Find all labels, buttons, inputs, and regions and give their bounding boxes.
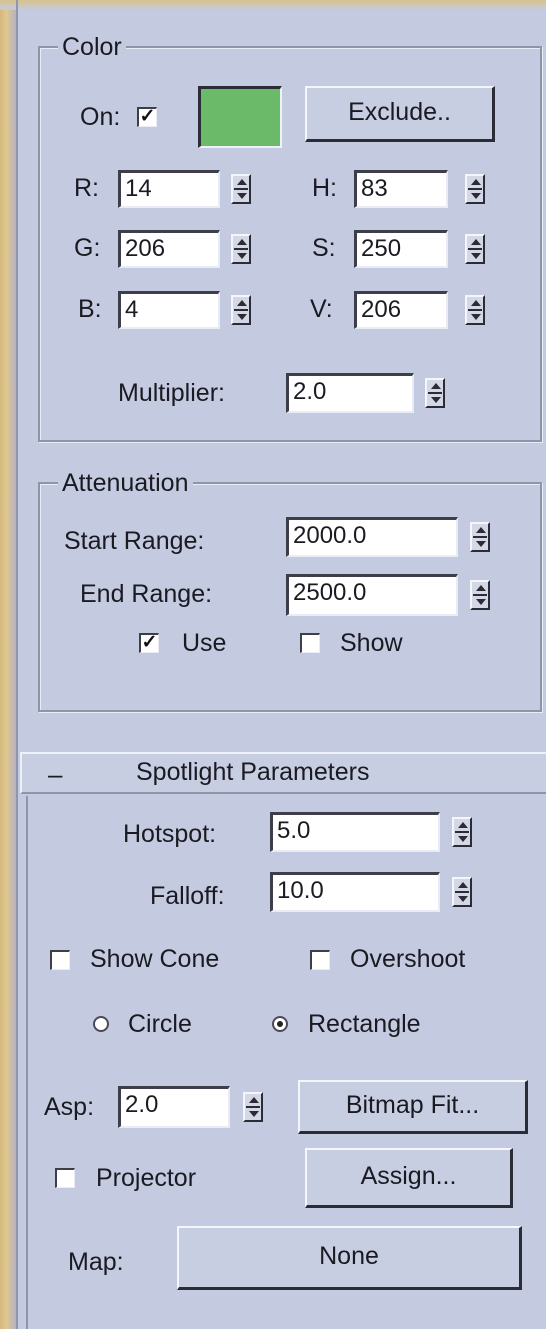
hotspot-spinner[interactable] — [452, 817, 472, 847]
start-range-spinner[interactable] — [470, 522, 490, 552]
rectangle-radio[interactable] — [272, 1016, 288, 1032]
multiplier-field[interactable]: 2.0 — [286, 373, 414, 413]
g-field[interactable]: 206 — [118, 230, 220, 268]
v-label: V: — [310, 295, 333, 323]
hotspot-label: Hotspot: — [123, 820, 217, 848]
falloff-label: Falloff: — [150, 882, 225, 910]
h-label: H: — [312, 174, 337, 202]
g-spinner[interactable] — [231, 234, 251, 264]
show-checkbox[interactable] — [300, 633, 320, 653]
rectangle-label: Rectangle — [308, 1010, 421, 1038]
on-checkbox[interactable]: ✓ — [137, 107, 157, 127]
start-range-field[interactable]: 2000.0 — [286, 517, 458, 557]
b-field[interactable]: 4 — [118, 291, 220, 329]
show-cone-checkbox[interactable] — [50, 950, 70, 970]
multiplier-spinner[interactable] — [425, 378, 445, 408]
exclude-button[interactable]: Exclude.. — [305, 86, 495, 142]
b-spinner[interactable] — [231, 295, 251, 325]
projector-label: Projector — [96, 1164, 197, 1192]
s-spinner[interactable] — [465, 234, 485, 264]
r-field[interactable]: 14 — [118, 170, 220, 208]
s-label: S: — [312, 234, 336, 262]
color-group-title: Color — [58, 32, 126, 62]
r-spinner[interactable] — [231, 174, 251, 204]
on-label: On: — [80, 103, 121, 131]
window-top-edge — [0, 0, 546, 10]
s-field[interactable]: 250 — [354, 230, 448, 268]
assign-button[interactable]: Assign... — [305, 1148, 513, 1208]
show-cone-label: Show Cone — [90, 945, 220, 973]
start-range-label: Start Range: — [64, 527, 205, 555]
v-spinner[interactable] — [465, 295, 485, 325]
rollout-inner-border — [26, 796, 28, 1329]
overshoot-checkbox[interactable] — [310, 950, 330, 970]
attenuation-group-title: Attenuation — [58, 468, 193, 498]
asp-label: Asp: — [44, 1093, 95, 1121]
color-swatch[interactable] — [198, 86, 282, 148]
show-label: Show — [340, 629, 403, 657]
asp-field[interactable]: 2.0 — [118, 1086, 230, 1128]
end-range-spinner[interactable] — [470, 580, 490, 610]
panel-border — [16, 0, 18, 1329]
circle-radio[interactable] — [93, 1016, 109, 1032]
multiplier-label: Multiplier: — [118, 379, 225, 407]
hotspot-field[interactable]: 5.0 — [270, 812, 440, 852]
end-range-label: End Range: — [80, 580, 213, 608]
g-label: G: — [74, 234, 101, 262]
falloff-spinner[interactable] — [452, 877, 472, 907]
use-checkbox[interactable]: ✓ — [139, 633, 159, 653]
spotlight-rollout-title[interactable]: Spotlight Parameters — [136, 756, 369, 788]
falloff-field[interactable]: 10.0 — [270, 872, 440, 912]
bitmap-fit-button[interactable]: Bitmap Fit... — [298, 1080, 528, 1134]
collapse-icon[interactable]: – — [48, 758, 62, 790]
overshoot-label: Overshoot — [350, 945, 466, 973]
map-label: Map: — [68, 1248, 124, 1276]
asp-spinner[interactable] — [243, 1092, 263, 1122]
v-field[interactable]: 206 — [354, 291, 448, 329]
end-range-field[interactable]: 2500.0 — [286, 574, 458, 616]
use-label: Use — [182, 629, 227, 657]
window-edge — [0, 0, 16, 1329]
h-spinner[interactable] — [465, 174, 485, 204]
b-label: B: — [78, 295, 102, 323]
projector-checkbox[interactable] — [55, 1168, 75, 1188]
map-button[interactable]: None — [177, 1226, 522, 1290]
circle-label: Circle — [128, 1010, 192, 1038]
r-label: R: — [74, 174, 99, 202]
h-field[interactable]: 83 — [354, 170, 448, 208]
